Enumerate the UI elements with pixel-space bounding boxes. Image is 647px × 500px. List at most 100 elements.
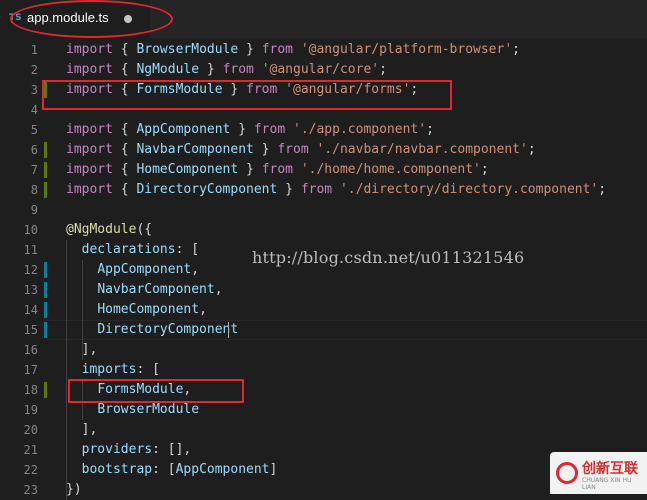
code-line[interactable]: 7 import { HomeComponent } from './home/h… xyxy=(0,160,647,180)
line-number: 6 xyxy=(30,143,38,157)
code-token: './home/home.component' xyxy=(300,162,481,177)
code-text: @NgModule({ xyxy=(66,220,152,240)
code-text: imports: [ xyxy=(66,360,160,380)
code-token: imports xyxy=(81,362,137,377)
line-number: 9 xyxy=(30,203,38,217)
line-number: 17 xyxy=(23,363,38,377)
code-token: DirectoryComponent xyxy=(97,322,239,337)
git-change-marker xyxy=(44,262,47,278)
code-token: import xyxy=(66,122,113,137)
code-token: HomeComponent xyxy=(97,302,200,317)
code-token: { xyxy=(112,162,137,177)
code-token: } xyxy=(230,122,254,137)
code-text: providers: [], xyxy=(66,440,192,460)
code-token: './directory/directory.component' xyxy=(339,182,599,197)
line-number: 20 xyxy=(23,423,38,437)
code-line[interactable]: 1 import { BrowserModule } from '@angular… xyxy=(0,40,647,60)
code-text: import { NavbarComponent } from './navba… xyxy=(66,140,536,160)
code-line[interactable]: 14 HomeComponent, xyxy=(0,300,647,320)
code-token: } xyxy=(253,142,278,157)
code-token: import xyxy=(66,62,113,77)
code-line[interactable]: 16 ], xyxy=(0,340,647,360)
git-change-marker xyxy=(44,142,47,158)
code-text: NavbarComponent, xyxy=(66,280,222,300)
code-token: ; xyxy=(480,162,489,177)
git-change-marker xyxy=(44,162,47,178)
code-token: : [ xyxy=(152,462,176,477)
line-number: 8 xyxy=(30,183,38,197)
line-number: 11 xyxy=(23,243,38,257)
code-line[interactable]: 17 imports: [ xyxy=(0,360,647,380)
code-text: import { NgModule } from '@angular/core'… xyxy=(66,60,387,80)
code-token: , xyxy=(199,302,207,317)
code-line[interactable]: 8 import { DirectoryComponent } from './d… xyxy=(0,180,647,200)
code-line[interactable]: 10 @NgModule({ xyxy=(0,220,647,240)
git-change-marker xyxy=(44,282,47,298)
code-token: }) xyxy=(66,482,82,497)
line-number: 23 xyxy=(23,483,38,497)
line-number: 2 xyxy=(30,63,38,77)
code-line[interactable]: 15 DirectoryComponent xyxy=(0,320,647,340)
code-text: AppComponent, xyxy=(66,260,199,280)
code-token: : [], xyxy=(152,442,192,457)
line-number: 21 xyxy=(23,443,38,457)
code-token: from xyxy=(222,62,254,77)
logo-subtext: CHUANG XIN HU LIAN xyxy=(582,477,632,491)
code-line[interactable]: 13 NavbarComponent, xyxy=(0,280,647,300)
code-token: ; xyxy=(527,142,536,157)
code-text: BrowserModule xyxy=(66,400,199,420)
code-line[interactable]: 20 ], xyxy=(0,420,647,440)
code-token: from xyxy=(261,162,293,177)
line-number: 7 xyxy=(30,163,38,177)
code-text: ], xyxy=(66,340,98,360)
code-token: { xyxy=(112,142,137,157)
line-number: 5 xyxy=(30,123,38,137)
code-line[interactable]: 9 xyxy=(0,200,647,220)
code-token: import xyxy=(66,142,113,157)
code-editor[interactable]: 1 import { BrowserModule } from '@angular… xyxy=(0,40,647,500)
line-number: 22 xyxy=(23,463,38,477)
site-logo: 创新互联 CHUANG XIN HU LIAN xyxy=(550,452,647,494)
code-token: { xyxy=(112,182,137,197)
line-number: 19 xyxy=(23,403,38,417)
line-number: 10 xyxy=(23,223,38,237)
code-line[interactable]: 6 import { NavbarComponent } from './navb… xyxy=(0,140,647,160)
code-text: import { AppComponent } from './app.comp… xyxy=(66,120,434,140)
code-token: , xyxy=(191,262,200,277)
code-token: DirectoryComponent xyxy=(136,182,278,197)
code-text: import { HomeComponent } from './home/ho… xyxy=(66,160,489,180)
code-line[interactable]: 19 BrowserModule xyxy=(0,400,647,420)
code-line[interactable]: 5 import { AppComponent } from './app.com… xyxy=(0,120,647,140)
code-text: declarations: [ xyxy=(66,240,199,260)
code-token: NavbarComponent xyxy=(136,142,254,157)
code-token: from xyxy=(261,42,293,57)
code-line[interactable]: 2 import { NgModule } from '@angular/core… xyxy=(0,60,647,80)
line-number: 18 xyxy=(23,383,38,397)
code-token: { xyxy=(112,62,137,77)
code-token: from xyxy=(277,142,309,157)
code-token: AppComponent xyxy=(97,262,192,277)
code-token: AppComponent xyxy=(136,122,231,137)
code-token: providers xyxy=(81,442,153,457)
code-token: { xyxy=(112,42,137,57)
git-change-marker xyxy=(44,182,47,198)
git-change-marker xyxy=(44,382,47,398)
code-token: declarations xyxy=(81,242,176,257)
annotation-box-forms-module xyxy=(68,379,244,403)
code-token: bootstrap xyxy=(81,462,153,477)
code-token: AppComponent xyxy=(175,462,270,477)
code-token: ] xyxy=(269,462,278,477)
code-token: from xyxy=(253,122,286,137)
annotation-circle xyxy=(10,0,173,38)
code-token: ; xyxy=(426,122,434,137)
code-token: } xyxy=(277,182,301,197)
